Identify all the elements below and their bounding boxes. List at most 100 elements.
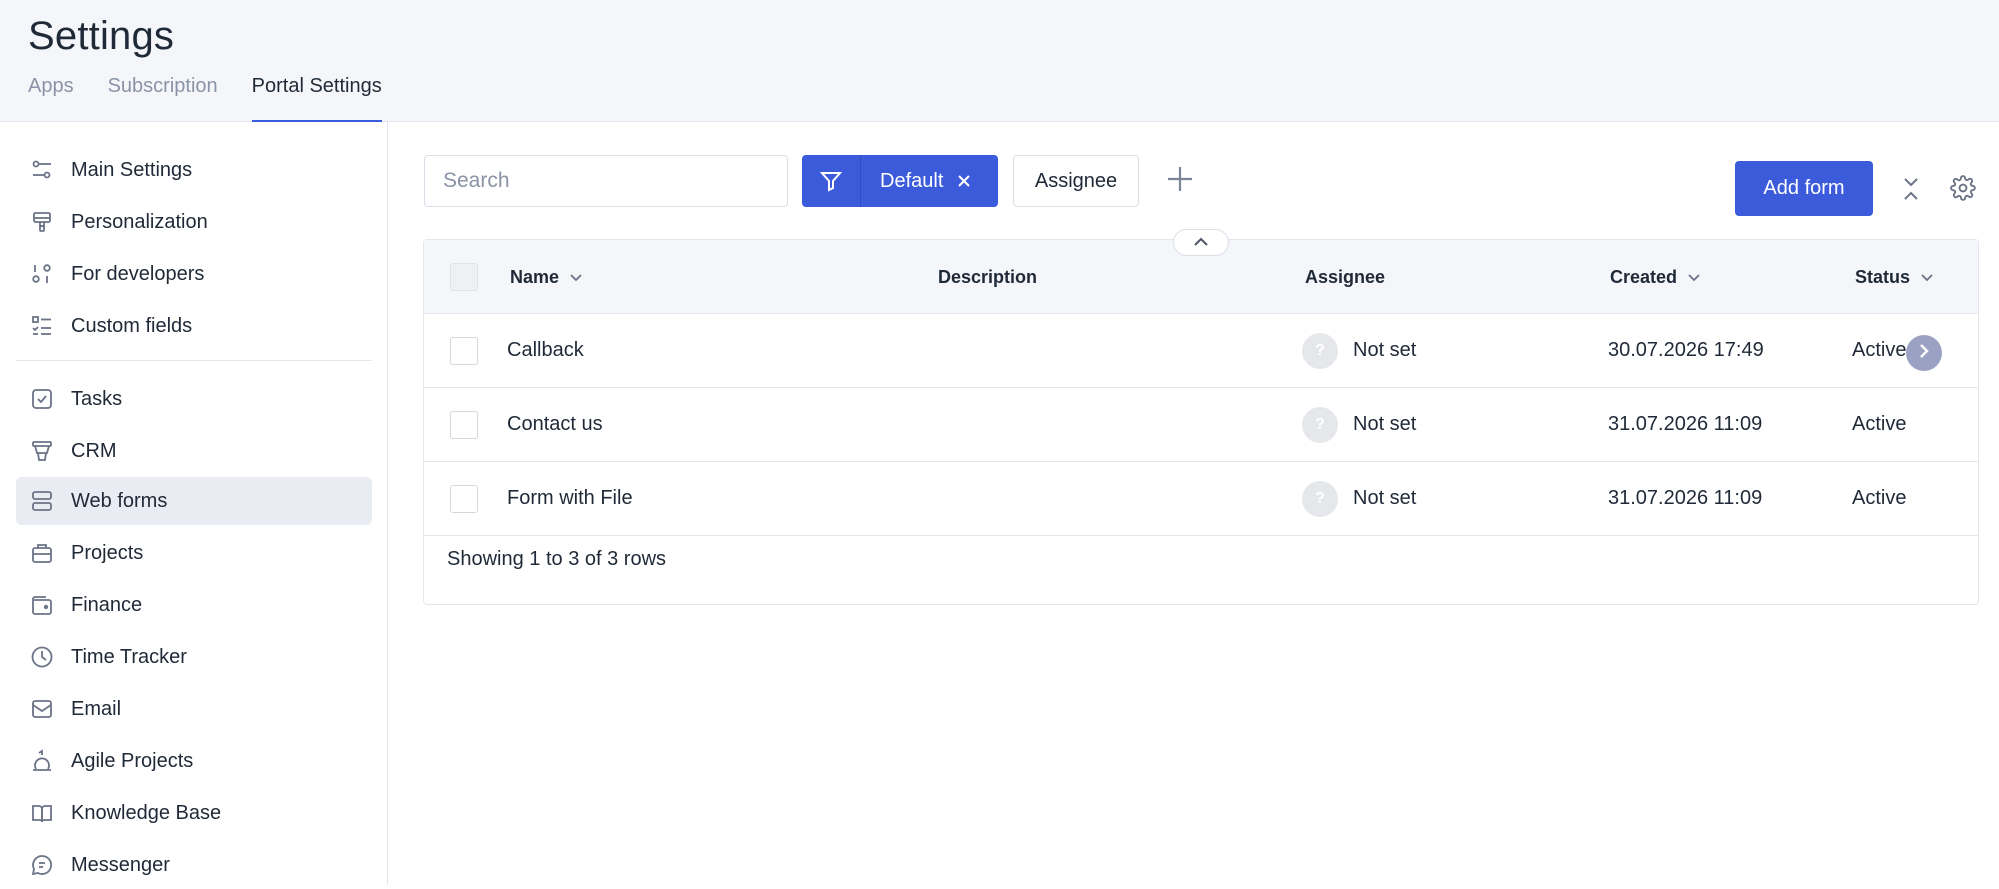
column-label: Status — [1855, 266, 1911, 287]
select-all-cell — [450, 240, 478, 314]
row-select-cell — [450, 314, 478, 387]
sidebar-item-label: Custom fields — [71, 314, 193, 337]
row-name[interactable]: Contact us — [507, 388, 603, 461]
table-row[interactable]: Callback ? Not set 30.07.2026 17:49 Acti… — [424, 314, 1978, 388]
row-created: 30.07.2026 17:49 — [1608, 339, 1764, 361]
sidebar-item-projects[interactable]: Projects — [16, 529, 372, 577]
column-header-name[interactable]: Name — [510, 240, 583, 314]
avatar: ? — [1302, 406, 1338, 443]
select-all-checkbox[interactable] — [450, 263, 478, 291]
add-filter-button[interactable] — [1163, 164, 1197, 198]
row-status: Active — [1852, 339, 1907, 361]
sidebar-item-label: Web forms — [71, 489, 168, 512]
agile-icon — [28, 747, 56, 775]
sidebar-item-label: CRM — [71, 439, 117, 462]
collapse-filters-toggle[interactable] — [1173, 229, 1229, 256]
row-checkbox[interactable] — [450, 484, 478, 513]
sidebar-item-label: Finance — [71, 593, 143, 616]
column-label: Name — [510, 266, 560, 287]
column-label: Description — [938, 266, 1038, 287]
envelope-icon — [28, 695, 56, 723]
web-forms-table: Name Description Assignee Created Status… — [423, 239, 1979, 605]
sidebar-item-for-developers[interactable]: For developers — [16, 250, 372, 298]
sidebar-item-label: Email — [71, 697, 122, 720]
column-header-status[interactable]: Status — [1855, 240, 1934, 314]
chevron-down-icon — [1920, 273, 1934, 282]
sidebar-item-personalization[interactable]: Personalization — [16, 198, 372, 246]
briefcase-icon — [28, 539, 56, 567]
tab-apps[interactable]: Apps — [28, 73, 74, 122]
column-header-created[interactable]: Created — [1610, 240, 1701, 314]
code-icon — [28, 260, 56, 288]
chevron-up-icon — [1193, 234, 1209, 252]
sidebar-item-label: Personalization — [71, 210, 208, 233]
sidebar-item-label: Messenger — [71, 853, 170, 876]
form-icon — [28, 487, 56, 515]
row-assignee: ? Not set — [1302, 314, 1416, 387]
row-created: 31.07.2026 11:09 — [1608, 413, 1763, 435]
sidebar-item-agile-projects[interactable]: Agile Projects — [16, 737, 372, 785]
sliders-icon — [28, 156, 56, 184]
wallet-icon — [28, 591, 56, 619]
filter-label: Default — [880, 170, 944, 192]
chevron-down-icon — [569, 273, 583, 282]
row-status: Active — [1852, 487, 1907, 509]
sidebar-item-messenger[interactable]: Messenger — [16, 841, 372, 889]
chevron-down-icon — [1687, 273, 1701, 282]
table-row[interactable]: Form with File ? Not set 31.07.2026 11:0… — [424, 462, 1978, 536]
table-pagination-summary: Showing 1 to 3 of 3 rows — [447, 548, 667, 570]
sidebar-item-label: Time Tracker — [71, 645, 187, 668]
filter-chip-default[interactable]: Default — [802, 155, 998, 207]
row-created: 31.07.2026 11:09 — [1608, 487, 1763, 509]
sidebar-item-label: Tasks — [71, 387, 123, 410]
row-name[interactable]: Callback — [507, 314, 584, 387]
row-name[interactable]: Form with File — [507, 462, 633, 535]
funnel-icon — [28, 437, 56, 465]
close-icon[interactable] — [954, 155, 974, 207]
book-icon — [28, 799, 56, 827]
row-assignee: ? Not set — [1302, 388, 1416, 461]
sidebar-item-custom-fields[interactable]: Custom fields — [16, 302, 372, 350]
row-select-cell — [450, 388, 478, 461]
clock-icon — [28, 643, 56, 671]
row-status: Active — [1852, 413, 1907, 435]
sidebar-item-finance[interactable]: Finance — [16, 581, 372, 629]
chevron-right-icon — [1918, 343, 1930, 364]
column-label: Assignee — [1305, 266, 1386, 287]
checklist-icon — [28, 312, 56, 340]
sidebar-item-email[interactable]: Email — [16, 685, 372, 733]
sidebar-item-label: Main Settings — [71, 158, 193, 181]
tab-portal-settings[interactable]: Portal Settings — [251, 73, 382, 123]
assignee-name: Not set — [1353, 487, 1417, 509]
settings-tabs: Apps Subscription Portal Settings — [28, 73, 416, 123]
assignee-name: Not set — [1353, 413, 1417, 435]
tab-subscription[interactable]: Subscription — [108, 73, 218, 122]
sidebar-item-tasks[interactable]: Tasks — [16, 375, 372, 423]
sidebar-item-crm[interactable]: CRM — [16, 427, 372, 475]
settings-sidebar: Main Settings Personalization For develo… — [0, 122, 388, 885]
search-input[interactable] — [424, 155, 788, 207]
table-row[interactable]: Contact us ? Not set 31.07.2026 11:09 Ac… — [424, 388, 1978, 462]
collapse-icon[interactable] — [1897, 174, 1925, 204]
sidebar-item-label: For developers — [71, 262, 205, 285]
sidebar-item-knowledge-base[interactable]: Knowledge Base — [16, 789, 372, 837]
checkbox-icon — [28, 385, 56, 413]
open-row-button[interactable] — [1906, 335, 1942, 371]
chat-icon — [28, 851, 56, 879]
sidebar-item-main-settings[interactable]: Main Settings — [16, 146, 372, 194]
avatar: ? — [1302, 480, 1338, 517]
sidebar-item-web-forms[interactable]: Web forms — [16, 477, 372, 525]
assignee-name: Not set — [1353, 339, 1417, 361]
gear-icon[interactable] — [1948, 173, 1978, 203]
page-title: Settings — [28, 14, 175, 58]
row-checkbox[interactable] — [450, 336, 478, 365]
assignee-filter-button[interactable]: Assignee — [1013, 155, 1139, 207]
avatar: ? — [1302, 332, 1338, 369]
column-label: Created — [1610, 266, 1678, 287]
add-form-button[interactable]: Add form — [1735, 161, 1873, 216]
filter-icon[interactable] — [802, 155, 861, 207]
sidebar-item-label: Knowledge Base — [71, 801, 222, 824]
sidebar-item-time-tracker[interactable]: Time Tracker — [16, 633, 372, 681]
row-checkbox[interactable] — [450, 410, 478, 439]
sidebar-item-label: Agile Projects — [71, 749, 194, 772]
